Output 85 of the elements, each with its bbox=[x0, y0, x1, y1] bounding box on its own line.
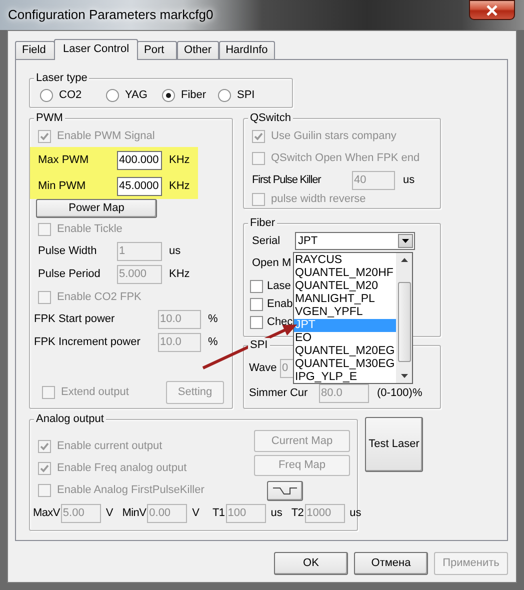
push-button[interactable]: OK bbox=[274, 552, 348, 575]
checkbox-label: pulse width reverse bbox=[271, 192, 366, 207]
list-option[interactable]: IPG_YLP_E bbox=[294, 371, 396, 384]
list-option[interactable]: RAYCUS bbox=[294, 254, 396, 267]
list-option[interactable]: QUANTEL_M30EG bbox=[294, 358, 396, 371]
field-label: Open M bbox=[252, 256, 292, 271]
unit-label: KHz bbox=[169, 178, 190, 194]
tab[interactable]: HardInfo bbox=[218, 41, 275, 59]
pulse-shape-icon bbox=[273, 487, 297, 495]
unit-label: (0-100)% bbox=[377, 386, 422, 401]
field-label: Max PWM bbox=[38, 152, 90, 168]
radio-button[interactable] bbox=[106, 88, 119, 102]
tab[interactable]: Field bbox=[15, 41, 55, 59]
unit-label: us bbox=[270, 506, 282, 522]
group-label: QSwitch bbox=[248, 111, 293, 125]
close-icon bbox=[486, 4, 498, 16]
checkbox-label: QSwitch Open When FPK end bbox=[271, 150, 420, 166]
tab[interactable]: Other bbox=[177, 41, 219, 59]
radio-label: SPI bbox=[237, 88, 255, 103]
checkbox-label: Enable current output bbox=[57, 438, 162, 454]
checkbox-label: Enable Freq analog output bbox=[57, 460, 187, 476]
push-button[interactable]: Отмена bbox=[354, 552, 428, 575]
text-field[interactable]: 45.0000 bbox=[117, 176, 162, 196]
unit-label: us bbox=[169, 244, 181, 260]
unit-label: KHz bbox=[169, 267, 190, 282]
list-option[interactable]: QUANTEL_M20HF bbox=[294, 267, 396, 280]
tab[interactable]: Laser Control bbox=[54, 39, 138, 60]
scroll-up-icon[interactable] bbox=[400, 258, 408, 262]
unit-label: V bbox=[192, 506, 200, 522]
push-button[interactable]: Power Map bbox=[36, 199, 157, 218]
window-title: Configuration Parameters markcfg0 bbox=[8, 6, 214, 24]
field-label: T2 bbox=[291, 506, 304, 522]
radio-label: Fiber bbox=[181, 88, 206, 103]
group-label: Laser type bbox=[34, 71, 90, 85]
unit-label: us bbox=[403, 172, 415, 188]
radio-label: CO2 bbox=[59, 88, 82, 103]
tab[interactable]: Port bbox=[137, 41, 178, 59]
field-label: Pulse Width bbox=[38, 244, 98, 260]
checkbox-label: Enable Analog FirstPulseKiller bbox=[57, 482, 204, 498]
radio-button[interactable] bbox=[162, 88, 175, 102]
list-option[interactable]: QUANTEL_M20 bbox=[294, 280, 396, 293]
unit-label: % bbox=[208, 312, 218, 328]
group-label: SPI bbox=[248, 338, 270, 352]
checkbox-label: Extend output bbox=[61, 385, 129, 400]
field-label: Pulse Period bbox=[38, 267, 102, 282]
scrollbar-thumb[interactable] bbox=[398, 282, 410, 362]
list-option[interactable]: QUANTEL_M20EG bbox=[294, 345, 396, 358]
field-label: Min PWM bbox=[38, 178, 87, 194]
unit-label: us bbox=[350, 506, 362, 522]
checkbox-label: Lase bbox=[267, 278, 291, 294]
pulse-button[interactable] bbox=[267, 481, 303, 501]
list-option[interactable]: EO bbox=[294, 332, 396, 345]
field-label: FPK Increment power bbox=[34, 335, 142, 350]
checkbox-label: Chec bbox=[267, 314, 293, 330]
close-button[interactable] bbox=[469, 0, 515, 20]
unit-label: KHz bbox=[169, 152, 190, 168]
unit-label: V bbox=[106, 506, 114, 522]
field-label: FPK Start power bbox=[34, 312, 116, 328]
text-field[interactable]: 400.000 bbox=[117, 150, 162, 170]
field-label: First Pulse Killer bbox=[252, 172, 322, 188]
scrollbar[interactable] bbox=[396, 253, 412, 383]
checkbox[interactable] bbox=[250, 316, 263, 328]
field-label: MinV bbox=[122, 506, 146, 522]
radio-button[interactable] bbox=[218, 88, 231, 102]
checkbox-label: Enab bbox=[267, 296, 293, 312]
list-option[interactable]: MANLIGHT_PL bbox=[294, 293, 396, 306]
unit-label: % bbox=[208, 335, 218, 350]
checkbox[interactable] bbox=[250, 280, 263, 292]
field-label: T1 bbox=[212, 506, 225, 522]
scroll-down-icon[interactable] bbox=[400, 374, 408, 378]
field-label: Wave bbox=[249, 360, 278, 376]
list-option[interactable]: VGEN_YPFL bbox=[294, 306, 396, 319]
field-label: MaxV bbox=[33, 506, 60, 522]
field-label: Serial bbox=[252, 234, 282, 249]
serial-combo[interactable]: JPT bbox=[295, 232, 415, 250]
checkbox[interactable] bbox=[250, 298, 263, 310]
radio-label: YAG bbox=[125, 88, 148, 103]
field-label: Simmer Cur bbox=[249, 386, 309, 401]
checkbox-label: Enable PWM Signal bbox=[57, 128, 155, 144]
checkbox-label: Enable Tickle bbox=[57, 222, 122, 237]
push-button[interactable]: Test Laser bbox=[365, 417, 423, 472]
group-label: Analog output bbox=[34, 412, 106, 426]
radio-button[interactable] bbox=[40, 88, 53, 102]
checkbox-label: Enable CO2 FPK bbox=[57, 290, 142, 305]
checkbox-label: Use Guilin stars company bbox=[271, 128, 396, 144]
